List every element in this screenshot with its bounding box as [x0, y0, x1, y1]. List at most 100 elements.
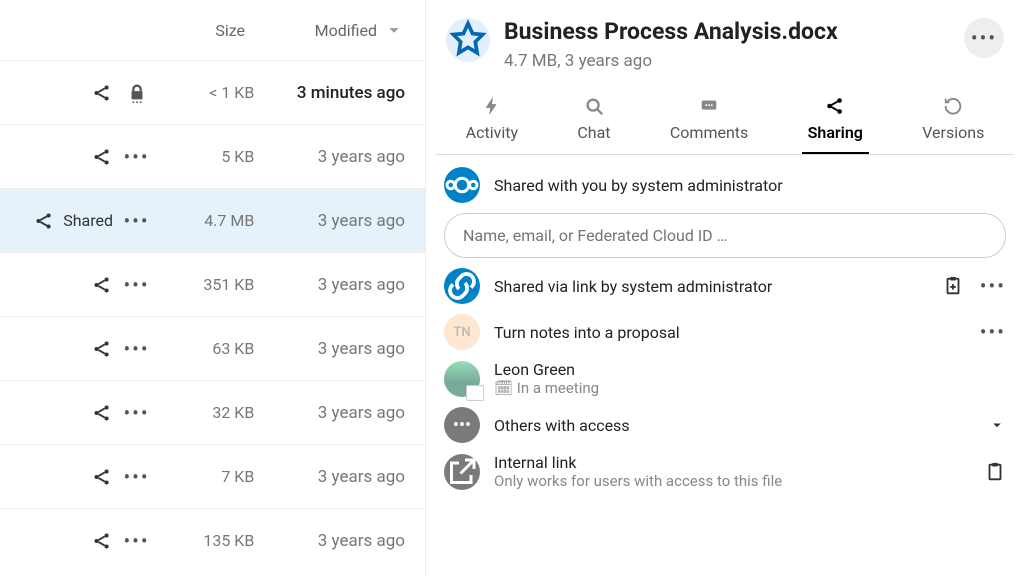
share-status[interactable] [0, 146, 113, 168]
file-row[interactable]: ••• 135 KB3 years ago [0, 508, 425, 572]
nextcloud-icon [444, 167, 480, 203]
user-status: 🗓 In a meeting [494, 379, 1006, 397]
file-row[interactable]: < 1 KB3 minutes ago [0, 60, 425, 124]
tabs: Activity Chat Comments Sharing Versions [436, 87, 1014, 155]
file-size: 32 KB [160, 403, 254, 422]
file-modified: 3 years ago [254, 531, 405, 551]
dots-icon: ••• [123, 337, 149, 361]
bolt-icon [481, 95, 503, 117]
internal-link-title: Internal link [494, 453, 970, 472]
file-row[interactable]: ••• 351 KB3 years ago [0, 252, 425, 316]
user-name: Leon Green [494, 360, 1006, 379]
row-menu[interactable]: ••• [113, 529, 160, 553]
file-size: < 1 KB [160, 83, 254, 102]
dots-icon: ••• [123, 273, 149, 297]
file-modified: 3 years ago [254, 339, 405, 359]
share-icon [91, 338, 113, 360]
clipboard-icon[interactable] [942, 275, 964, 297]
user-share-line: 17 Leon Green 🗓 In a meeting [444, 360, 1006, 397]
share-status[interactable] [0, 274, 113, 296]
talk-share-line: TN Turn notes into a proposal ••• [444, 314, 1006, 350]
share-status[interactable] [0, 466, 113, 488]
share-status[interactable] [0, 338, 113, 360]
calendar-badge-icon: 17 [468, 387, 484, 401]
dots-icon: ••• [123, 401, 149, 425]
file-row[interactable]: ••• 5 KB3 years ago [0, 124, 425, 188]
file-modified: 3 years ago [254, 403, 405, 423]
tab-versions[interactable]: Versions [916, 87, 990, 154]
row-menu[interactable]: ••• [113, 401, 160, 425]
row-menu[interactable]: ••• [113, 145, 160, 169]
share-icon [91, 274, 113, 296]
file-row[interactable]: Shared ••• 4.7 MB3 years ago [0, 188, 425, 252]
sort-desc-icon [383, 19, 405, 41]
share-icon [33, 210, 55, 232]
file-size: 351 KB [160, 275, 254, 294]
dots-icon: ••• [123, 209, 149, 233]
shared-with-you-line: Shared with you by system administrator [444, 167, 1006, 203]
details-panel: Business Process Analysis.docx 4.7 MB, 3… [426, 0, 1024, 576]
user-avatar: 17 [444, 361, 480, 397]
dots-icon: ••• [123, 465, 149, 489]
row-menu[interactable]: ••• [113, 273, 160, 297]
file-modified: 3 years ago [254, 147, 405, 167]
search-icon [583, 95, 605, 117]
internal-link-sub: Only works for users with access to this… [494, 472, 970, 490]
file-row[interactable]: ••• 32 KB3 years ago [0, 380, 425, 444]
file-modified: 3 years ago [254, 467, 405, 487]
others-icon: ••• [444, 407, 480, 443]
file-modified: 3 years ago [254, 275, 405, 295]
share-icon [91, 466, 113, 488]
clipboard-icon[interactable] [984, 461, 1006, 483]
file-size: 5 KB [160, 147, 254, 166]
lock-icon [126, 82, 148, 104]
file-list-panel: Size Modified < 1 KB3 minutes ago ••• 5 KB… [0, 0, 426, 576]
share-icon [91, 146, 113, 168]
talk-avatar: TN [444, 314, 480, 350]
share-icon [91, 530, 113, 552]
row-menu[interactable]: ••• [113, 465, 160, 489]
file-size: 63 KB [160, 339, 254, 358]
tab-comments[interactable]: Comments [664, 87, 754, 154]
share-link-line: Shared via link by system administrator … [444, 268, 1006, 304]
comment-icon [698, 95, 720, 117]
share-icon [91, 82, 113, 104]
internal-link-line: Internal link Only works for users with … [444, 453, 1006, 490]
link-icon [444, 268, 480, 304]
column-size[interactable]: Size [145, 21, 245, 40]
tab-chat[interactable]: Chat [571, 87, 616, 154]
share-status[interactable] [0, 82, 113, 104]
history-icon [942, 95, 964, 117]
file-subtitle: 4.7 MB, 3 years ago [504, 51, 950, 71]
column-modified[interactable]: Modified [245, 19, 405, 41]
file-size: 7 KB [160, 467, 254, 486]
row-menu[interactable]: ••• [113, 209, 160, 233]
file-modified: 3 minutes ago [254, 83, 405, 103]
share-icon [91, 402, 113, 424]
share-status[interactable] [0, 530, 113, 552]
file-size: 4.7 MB [160, 211, 254, 230]
file-row[interactable]: ••• 63 KB3 years ago [0, 316, 425, 380]
file-size: 135 KB [160, 531, 254, 550]
file-modified: 3 years ago [254, 211, 405, 231]
row-menu[interactable] [113, 82, 160, 104]
talk-more-button[interactable]: ••• [980, 320, 1006, 344]
details-more-button[interactable]: ••• [964, 18, 1004, 58]
dots-icon: ••• [971, 26, 997, 50]
file-row[interactable]: ••• 7 KB3 years ago [0, 444, 425, 508]
favorite-toggle[interactable] [446, 18, 490, 62]
dots-icon: ••• [123, 529, 149, 553]
dots-icon: ••• [123, 145, 149, 169]
others-line[interactable]: ••• Others with access [444, 407, 1006, 443]
file-title: Business Process Analysis.docx [504, 18, 950, 45]
row-menu[interactable]: ••• [113, 337, 160, 361]
link-more-button[interactable]: ••• [980, 274, 1006, 298]
tab-sharing[interactable]: Sharing [802, 87, 869, 154]
share-icon [824, 95, 846, 117]
tab-activity[interactable]: Activity [460, 87, 524, 154]
share-status[interactable]: Shared [0, 210, 113, 232]
file-list-header: Size Modified [0, 0, 425, 60]
share-search-input[interactable] [444, 213, 1006, 258]
chevron-down-icon [988, 416, 1006, 434]
share-status[interactable] [0, 402, 113, 424]
